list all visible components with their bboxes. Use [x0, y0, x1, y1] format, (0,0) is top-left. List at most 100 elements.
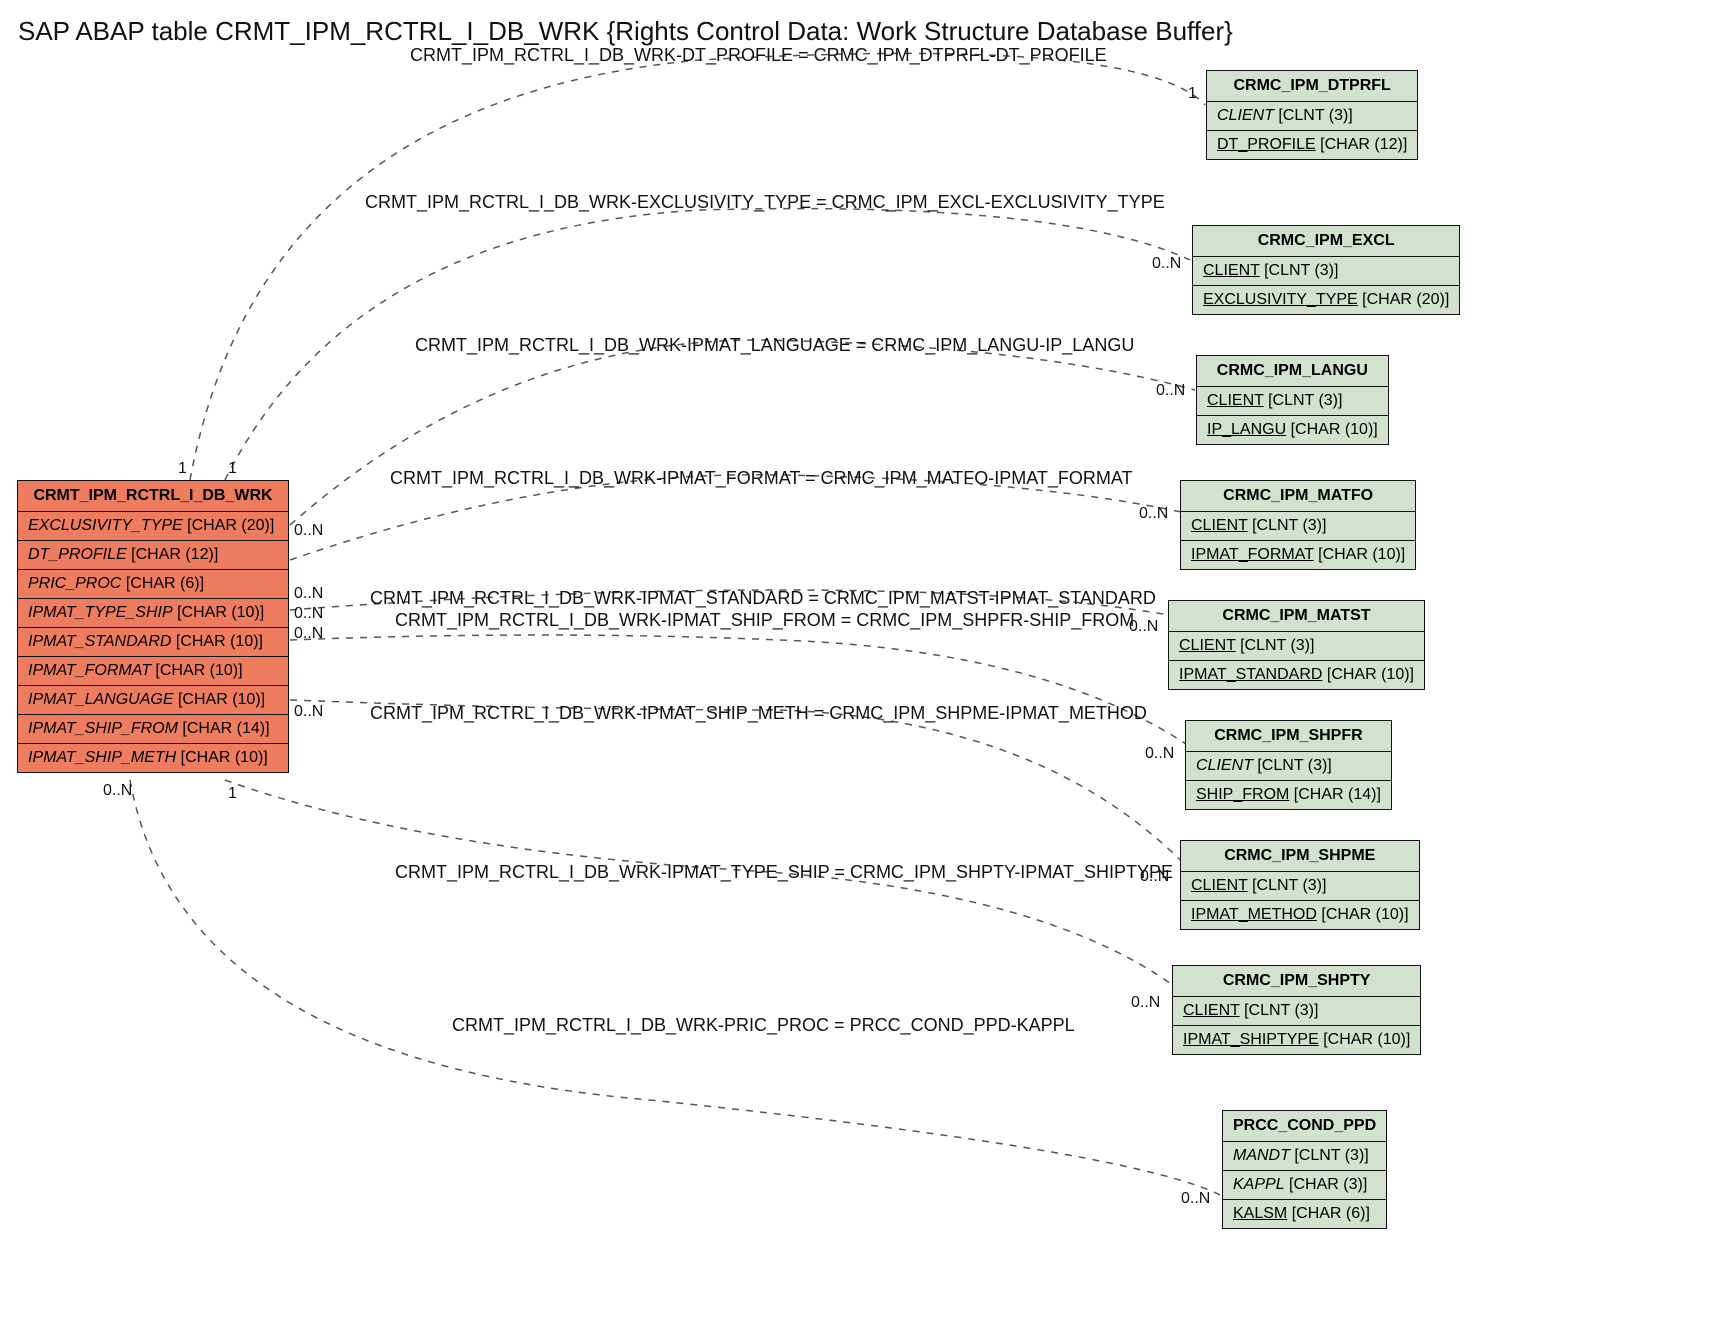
cardinality: 0..N	[1152, 255, 1181, 273]
field-name: IPMAT_LANGUAGE	[28, 691, 174, 708]
entity-langu: CRMC_IPM_LANGU CLIENT [CLNT (3)] IP_LANG…	[1196, 355, 1389, 445]
entity-matfo: CRMC_IPM_MATFO CLIENT [CLNT (3)] IPMAT_F…	[1180, 480, 1416, 570]
field-type: [CHAR (14)]	[1294, 786, 1381, 803]
field-name: CLIENT	[1203, 262, 1260, 279]
cardinality: 0..N	[1181, 1190, 1210, 1208]
cardinality: 0..N	[294, 585, 323, 603]
field-type: [CLNT (3)]	[1252, 877, 1326, 894]
relation-label: CRMT_IPM_RCTRL_I_DB_WRK-PRIC_PROC = PRCC…	[452, 1015, 1075, 1036]
cardinality: 0..N	[294, 703, 323, 721]
entity-header: CRMC_IPM_SHPTY	[1173, 966, 1420, 997]
field-type: [CHAR (10)]	[1291, 421, 1378, 438]
field-type: [CHAR (12)]	[1320, 136, 1407, 153]
field-name: IPMAT_SHIP_METH	[28, 749, 176, 766]
cardinality: 0..N	[1131, 994, 1160, 1012]
relation-label: CRMT_IPM_RCTRL_I_DB_WRK-DT_PROFILE = CRM…	[410, 45, 1107, 66]
relation-label: CRMT_IPM_RCTRL_I_DB_WRK-IPMAT_STANDARD =…	[370, 588, 1156, 609]
field-name: DT_PROFILE	[1217, 136, 1316, 153]
field-name: DT_PROFILE	[28, 546, 127, 563]
entity-header: CRMC_IPM_MATFO	[1181, 481, 1415, 512]
field-name: IPMAT_METHOD	[1191, 906, 1317, 923]
field-type: [CHAR (10)]	[181, 749, 268, 766]
cardinality: 0..N	[1145, 745, 1174, 763]
entity-matst: CRMC_IPM_MATST CLIENT [CLNT (3)] IPMAT_S…	[1168, 600, 1425, 690]
entity-header: CRMC_IPM_EXCL	[1193, 226, 1459, 257]
field-type: [CHAR (14)]	[182, 720, 269, 737]
field-type: [CHAR (10)]	[155, 662, 242, 679]
field-type: [CLNT (3)]	[1240, 637, 1314, 654]
field-name: MANDT	[1233, 1147, 1290, 1164]
field-name: CLIENT	[1207, 392, 1264, 409]
cardinality: 0..N	[294, 605, 323, 623]
entity-header: CRMC_IPM_SHPME	[1181, 841, 1419, 872]
field-name: IP_LANGU	[1207, 421, 1286, 438]
field-type: [CHAR (10)]	[178, 691, 265, 708]
cardinality: 0..N	[1139, 505, 1168, 523]
cardinality: 0..N	[1140, 868, 1169, 886]
cardinality: 1	[1188, 85, 1197, 103]
field-type: [CHAR (6)]	[1292, 1205, 1370, 1222]
field-type: [CLNT (3)]	[1257, 757, 1331, 774]
cardinality: 1	[228, 785, 237, 803]
entity-excl: CRMC_IPM_EXCL CLIENT [CLNT (3)] EXCLUSIV…	[1192, 225, 1460, 315]
entity-shpme: CRMC_IPM_SHPME CLIENT [CLNT (3)] IPMAT_M…	[1180, 840, 1420, 930]
relation-label: CRMT_IPM_RCTRL_I_DB_WRK-IPMAT_FORMAT = C…	[390, 468, 1133, 489]
cardinality: 0..N	[1129, 618, 1158, 636]
field-name: IPMAT_FORMAT	[1191, 546, 1314, 563]
field-name: PRIC_PROC	[28, 575, 121, 592]
entity-main: CRMT_IPM_RCTRL_I_DB_WRK EXCLUSIVITY_TYPE…	[17, 480, 289, 773]
field-type: [CLNT (3)]	[1244, 1002, 1318, 1019]
field-name: IPMAT_STANDARD	[1179, 666, 1322, 683]
entity-shpfr: CRMC_IPM_SHPFR CLIENT [CLNT (3)] SHIP_FR…	[1185, 720, 1392, 810]
field-name: CLIENT	[1191, 877, 1248, 894]
field-type: [CHAR (10)]	[176, 633, 263, 650]
page-title: SAP ABAP table CRMT_IPM_RCTRL_I_DB_WRK {…	[18, 16, 1233, 47]
field-type: [CHAR (20)]	[187, 517, 274, 534]
field-name: EXCLUSIVITY_TYPE	[1203, 291, 1358, 308]
relation-label: CRMT_IPM_RCTRL_I_DB_WRK-IPMAT_SHIP_METH …	[370, 703, 1147, 724]
entity-header: PRCC_COND_PPD	[1223, 1111, 1386, 1142]
field-type: [CLNT (3)]	[1252, 517, 1326, 534]
field-name: KALSM	[1233, 1205, 1287, 1222]
field-type: [CLNT (3)]	[1278, 107, 1352, 124]
field-name: SHIP_FROM	[1196, 786, 1289, 803]
cardinality: 0..N	[103, 782, 132, 800]
entity-header: CRMC_IPM_DTPRFL	[1207, 71, 1417, 102]
field-type: [CLNT (3)]	[1268, 392, 1342, 409]
relation-label: CRMT_IPM_RCTRL_I_DB_WRK-EXCLUSIVITY_TYPE…	[365, 192, 1165, 213]
entity-header: CRMC_IPM_SHPFR	[1186, 721, 1391, 752]
entity-header: CRMC_IPM_MATST	[1169, 601, 1424, 632]
field-type: [CHAR (10)]	[1323, 1031, 1410, 1048]
cardinality: 1	[228, 460, 237, 478]
field-name: CLIENT	[1217, 107, 1274, 124]
field-type: [CHAR (10)]	[1318, 546, 1405, 563]
field-type: [CHAR (3)]	[1289, 1176, 1367, 1193]
field-type: [CLNT (3)]	[1294, 1147, 1368, 1164]
field-name: CLIENT	[1191, 517, 1248, 534]
relation-label: CRMT_IPM_RCTRL_I_DB_WRK-IPMAT_LANGUAGE =…	[415, 335, 1134, 356]
field-name: CLIENT	[1179, 637, 1236, 654]
field-name: CLIENT	[1196, 757, 1253, 774]
relation-label: CRMT_IPM_RCTRL_I_DB_WRK-IPMAT_TYPE_SHIP …	[395, 862, 1173, 883]
field-name: IPMAT_SHIP_FROM	[28, 720, 178, 737]
field-type: [CHAR (10)]	[177, 604, 264, 621]
field-type: [CHAR (10)]	[1327, 666, 1414, 683]
entity-ppd: PRCC_COND_PPD MANDT [CLNT (3)] KAPPL [CH…	[1222, 1110, 1387, 1229]
field-type: [CHAR (12)]	[131, 546, 218, 563]
field-type: [CHAR (6)]	[126, 575, 204, 592]
field-type: [CHAR (10)]	[1321, 906, 1408, 923]
field-type: [CLNT (3)]	[1264, 262, 1338, 279]
entity-dtprfl: CRMC_IPM_DTPRFL CLIENT [CLNT (3)] DT_PRO…	[1206, 70, 1418, 160]
field-name: IPMAT_STANDARD	[28, 633, 171, 650]
cardinality: 0..N	[294, 625, 323, 643]
field-name: CLIENT	[1183, 1002, 1240, 1019]
cardinality: 0..N	[294, 522, 323, 540]
entity-header: CRMC_IPM_LANGU	[1197, 356, 1388, 387]
entity-main-header: CRMT_IPM_RCTRL_I_DB_WRK	[18, 481, 288, 512]
relation-label: CRMT_IPM_RCTRL_I_DB_WRK-IPMAT_SHIP_FROM …	[395, 610, 1134, 631]
field-name: IPMAT_SHIPTYPE	[1183, 1031, 1319, 1048]
field-name: IPMAT_TYPE_SHIP	[28, 604, 173, 621]
field-name: IPMAT_FORMAT	[28, 662, 151, 679]
field-name: EXCLUSIVITY_TYPE	[28, 517, 183, 534]
cardinality: 1	[178, 460, 187, 478]
